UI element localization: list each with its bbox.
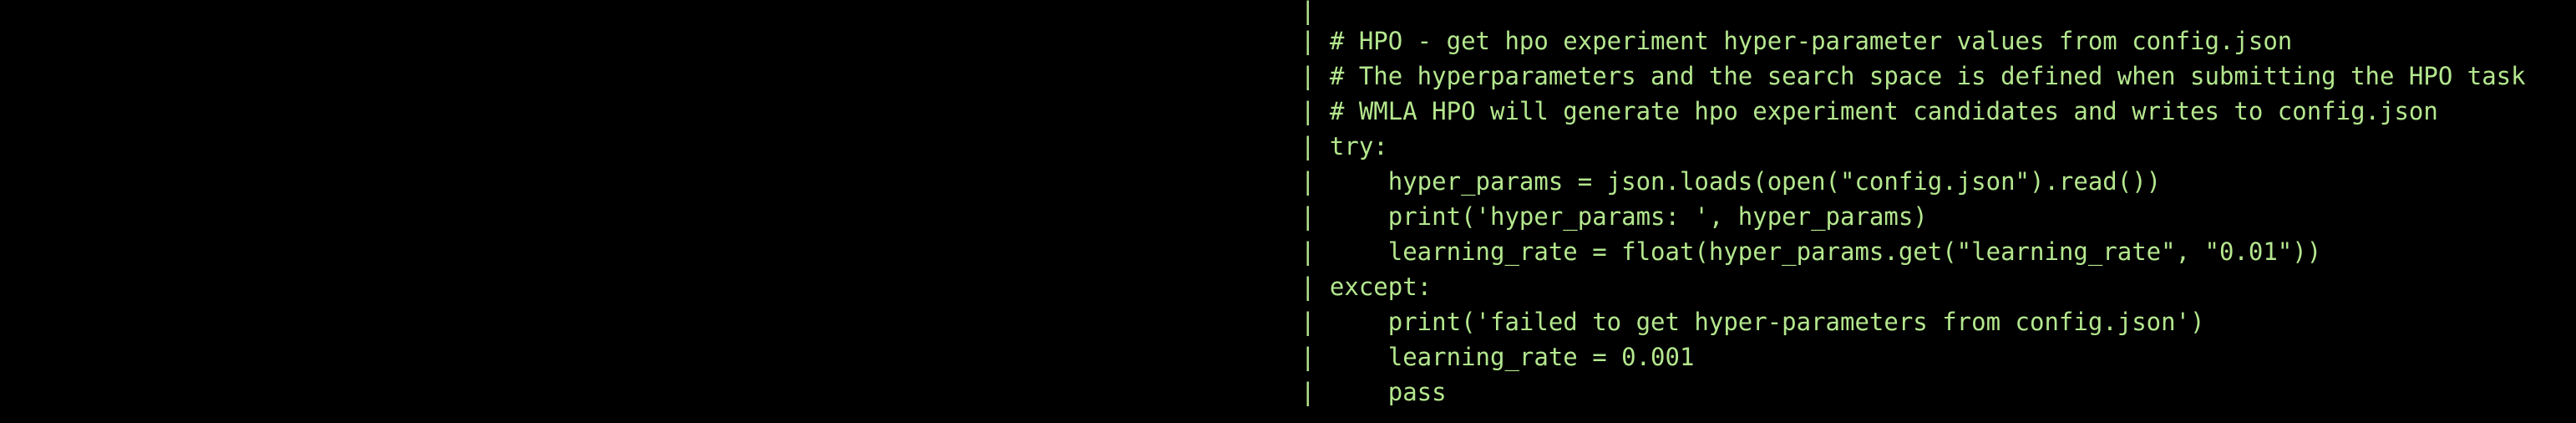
code-text: learning_rate = 0.001 — [1315, 343, 1695, 371]
code-line: | hyper_params = json.loads(open("config… — [1301, 164, 2526, 199]
line-gutter: | — [1301, 97, 1316, 125]
terminal-window[interactable]: | | # HPO - get hpo experiment hyper-par… — [0, 0, 2576, 423]
code-text: print('hyper_params: ', hyper_params) — [1315, 202, 1928, 231]
code-line: | learning_rate = 0.001 — [1301, 339, 2526, 375]
code-line: | print('failed to get hyper-parameters … — [1301, 304, 2526, 339]
code-text: try: — [1315, 132, 1388, 161]
code-line: | pass — [1301, 375, 2526, 410]
code-line: | learning_rate = float(hyper_params.get… — [1301, 234, 2526, 269]
code-comment: # HPO - get hpo experiment hyper-paramet… — [1315, 27, 2293, 55]
code-line: | # The hyperparameters and the search s… — [1301, 59, 2526, 94]
line-gutter: | — [1301, 378, 1316, 406]
code-line: | except: — [1301, 269, 2526, 304]
line-gutter: | — [1301, 62, 1316, 90]
code-comment: # WMLA HPO will generate hpo experiment … — [1315, 97, 2438, 125]
line-gutter: | — [1301, 273, 1316, 301]
code-text: print('failed to get hyper-parameters fr… — [1315, 308, 2205, 336]
code-text: except: — [1315, 273, 1433, 301]
line-gutter: | — [1301, 27, 1316, 55]
code-line: | print('hyper_params: ', hyper_params) — [1301, 199, 2526, 234]
line-gutter: | — [1301, 343, 1316, 371]
code-comment: # The hyperparameters and the search spa… — [1315, 62, 2526, 90]
code-block: | | # HPO - get hpo experiment hyper-par… — [1301, 0, 2526, 410]
line-gutter: | — [1301, 308, 1316, 336]
code-line: | # WMLA HPO will generate hpo experimen… — [1301, 94, 2526, 129]
code-text: learning_rate = float(hyper_params.get("… — [1315, 237, 2322, 266]
code-text: pass — [1315, 378, 1447, 406]
line-gutter: | — [1301, 132, 1316, 161]
line-gutter: | — [1301, 202, 1316, 231]
code-line: | # HPO - get hpo experiment hyper-param… — [1301, 23, 2526, 59]
code-line: | try: — [1301, 129, 2526, 164]
line-gutter: | — [1301, 0, 1316, 25]
line-gutter: | — [1301, 237, 1316, 266]
code-line: | — [1301, 0, 2526, 23]
line-gutter: | — [1301, 167, 1316, 196]
code-text: hyper_params = json.loads(open("config.j… — [1315, 167, 2162, 196]
